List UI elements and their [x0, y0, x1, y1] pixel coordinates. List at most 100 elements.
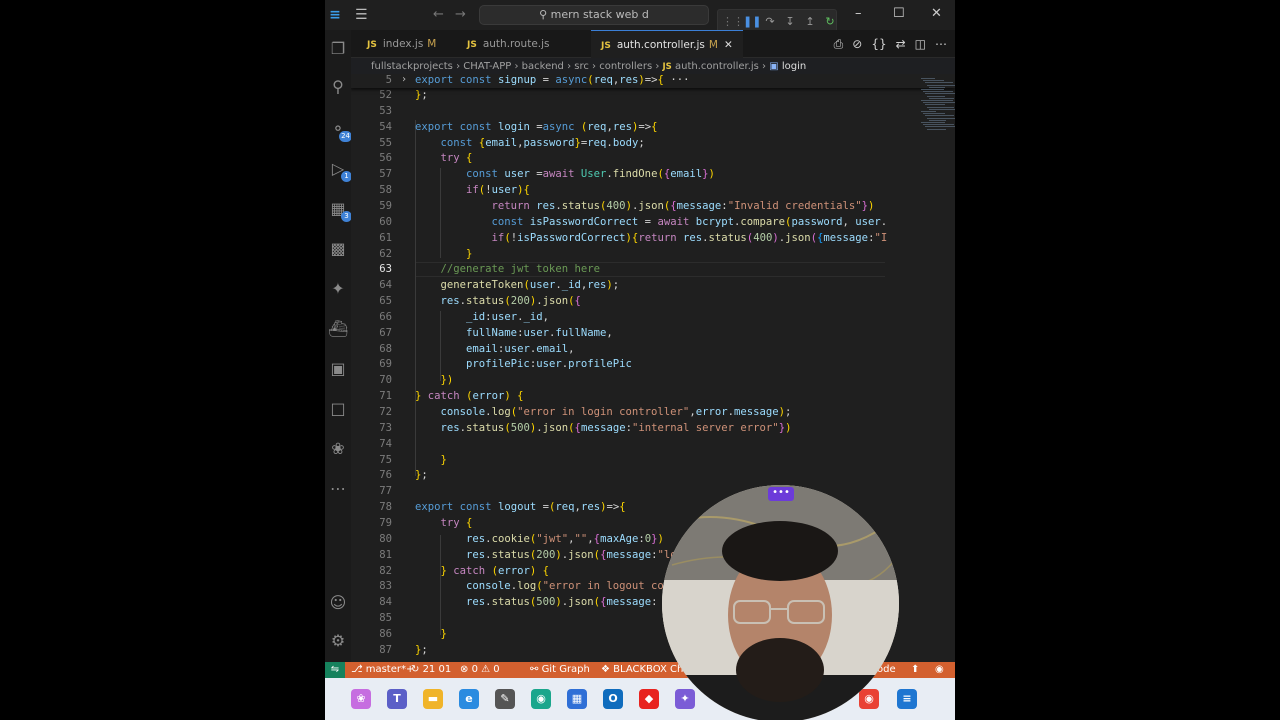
breadcrumb-item[interactable]: backend — [522, 61, 564, 72]
breadcrumb-item[interactable]: CHAT-APP — [463, 61, 511, 72]
code-line: try { — [440, 516, 473, 529]
line-number: 73 — [379, 421, 392, 434]
step-out-icon[interactable]: ↥ — [804, 15, 816, 28]
run-debug-icon[interactable]: ▷ 1 — [328, 158, 352, 182]
line-number: 81 — [379, 548, 392, 561]
compare-changes-icon[interactable]: ⇄ — [896, 37, 906, 51]
chat-icon[interactable]: □ — [328, 398, 348, 420]
code-line: email:user.email, — [466, 342, 575, 355]
code-line: try { — [440, 152, 473, 165]
vscode-taskbar-icon[interactable]: ≡ — [897, 689, 917, 709]
sync-status[interactable]: ↻ 21 01 — [411, 662, 451, 678]
branch-status[interactable]: ⎇ master*+ — [351, 662, 414, 678]
more-icon[interactable]: ⋯ — [328, 478, 348, 500]
breadcrumb: fullstackprojects › CHAT-APP › backend ›… — [371, 61, 807, 72]
live-share-icon[interactable]: ⬆ — [911, 662, 919, 678]
mongodb-leaf-icon[interactable]: ❀ — [328, 438, 348, 460]
code-line: export const logout =(req,res)=>{ — [415, 501, 626, 514]
minimap-line — [927, 128, 946, 130]
minimize-icon[interactable]: – — [855, 6, 862, 21]
minimap-line — [927, 117, 955, 119]
manage-gear-icon[interactable]: ⚙ — [328, 630, 348, 652]
command-search-box[interactable]: ⚲ mern stack web d — [479, 5, 709, 25]
store-app-icon[interactable]: ▦ — [567, 689, 587, 709]
minimap-line — [929, 86, 945, 88]
remote-explorer-icon[interactable]: ▩ — [328, 238, 348, 260]
breadcrumb-item[interactable]: login — [782, 61, 806, 72]
toggle-inlay-icon[interactable]: ⊘ — [852, 37, 862, 51]
minimap[interactable] — [917, 74, 955, 134]
vscode-logo-icon: ≡ — [329, 7, 341, 23]
close-window-icon[interactable]: ✕ — [931, 6, 942, 21]
line-number: 56 — [379, 152, 392, 165]
teams-app-icon[interactable]: T — [387, 689, 407, 709]
editor-tab-bar: JS index.js M JS auth.route.js JS auth.contr… — [351, 30, 955, 58]
edge-app-icon[interactable]: e — [459, 689, 479, 709]
breadcrumb-item[interactable]: fullstackprojects — [371, 61, 453, 72]
line-number: 60 — [379, 215, 392, 228]
code-line: res.status(500).json({message:"internal … — [440, 421, 792, 434]
webcam-more-options-button[interactable]: ••• — [768, 487, 794, 501]
tab-label: auth.route.js — [482, 38, 550, 50]
activity-bar: ❐ ⚲ ⚬ 24 ▷ 1 ▦ 3 ▩ ✦ ⛴ ▣ □ ❀ ⋯ ☺ ⚙ — [325, 30, 352, 662]
diamond-app-icon[interactable]: ◆ — [639, 689, 659, 709]
problems-status[interactable]: ⊗ 0 ⚠ 0 — [460, 662, 500, 678]
drag-handle-icon[interactable]: ⋮⋮ — [722, 15, 744, 28]
code-line: return res.status(400).json({message:"In… — [491, 199, 875, 212]
docker-icon[interactable]: ⛴ — [328, 318, 348, 340]
code-line: if(!isPasswordCorrect){return res.status… — [491, 231, 888, 244]
title-bar: ≡ ☰ ← → ⚲ mern stack web d ⋮⋮ ❚❚ ↷ ↧ ↥ ↻… — [325, 0, 955, 33]
nav-forward-arrow-icon[interactable]: → — [455, 7, 466, 22]
outlook-app-icon[interactable]: O — [603, 689, 623, 709]
sticky-scroll-line[interactable]: 5 › export const signup = async(req,res)… — [351, 74, 955, 88]
edge-browser-icon[interactable]: ◉ — [531, 689, 551, 709]
step-over-icon[interactable]: ↷ — [764, 15, 776, 28]
git-graph-status[interactable]: ⚯ Git Graph — [530, 662, 590, 678]
open-preview-icon[interactable]: ⎙ — [834, 37, 844, 52]
line-number: 68 — [379, 342, 392, 355]
source-control-icon[interactable]: ⚬ 24 — [328, 118, 352, 142]
maximize-icon[interactable]: ☐ — [893, 6, 905, 21]
line-number: 64 — [379, 279, 392, 292]
fold-chevron-icon[interactable]: › — [401, 74, 407, 85]
webcam-overlay — [662, 485, 899, 720]
broadcast-icon[interactable]: ◉ — [935, 662, 944, 678]
search-icon[interactable]: ⚲ — [328, 76, 348, 98]
pause-icon[interactable]: ❚❚ — [743, 15, 761, 28]
nav-back-arrow-icon[interactable]: ← — [433, 7, 444, 22]
search-text: mern stack web d — [550, 8, 649, 21]
hamburger-menu-icon[interactable]: ☰ — [355, 8, 368, 22]
copilot-alt-icon[interactable]: ✦ — [675, 689, 695, 709]
line-number: 84 — [379, 596, 392, 609]
step-into-icon[interactable]: ↧ — [784, 15, 796, 28]
js-file-icon: JS — [662, 62, 672, 72]
copilot-app-icon[interactable]: ❀ — [351, 689, 371, 709]
accounts-icon[interactable]: ☺ — [328, 592, 348, 614]
close-tab-icon[interactable]: ✕ — [724, 39, 733, 51]
tab-auth-controller-js[interactable]: JS auth.controller.js M ✕ — [591, 30, 743, 58]
line-number: 67 — [379, 326, 392, 339]
restart-icon[interactable]: ↻ — [824, 15, 836, 28]
tab-auth-route-js[interactable]: JS auth.route.js — [467, 30, 550, 58]
file-explorer-icon[interactable]: ▬ — [423, 689, 443, 709]
code-line: }) — [440, 374, 454, 387]
notes-app-icon[interactable]: ✎ — [495, 689, 515, 709]
more-actions-icon[interactable]: ⋯ — [935, 37, 947, 51]
breadcrumb-item[interactable]: src — [574, 61, 589, 72]
minimap-line — [921, 122, 945, 123]
explorer-icon[interactable]: ❐ — [328, 38, 348, 60]
tabs-view-icon[interactable]: ▣ — [328, 358, 348, 380]
extensions-icon[interactable]: ▦ 3 — [328, 198, 352, 222]
python-icon[interactable]: ✦ — [328, 278, 348, 300]
chrome-app-icon[interactable]: ◉ — [859, 689, 879, 709]
split-editor-icon[interactable]: ◫ — [915, 37, 926, 51]
minimap-line — [925, 82, 953, 84]
warning-count: 0 — [493, 664, 500, 675]
code-line: } — [440, 453, 447, 466]
breadcrumb-item[interactable]: auth.controller.js — [675, 61, 759, 72]
breadcrumb-item[interactable]: controllers — [599, 61, 652, 72]
line-number: 66 — [379, 310, 392, 323]
tab-index-js[interactable]: JS index.js M — [367, 30, 436, 58]
braces-icon[interactable]: {} — [871, 37, 886, 51]
remote-indicator-icon[interactable]: ⇋ — [325, 662, 345, 678]
